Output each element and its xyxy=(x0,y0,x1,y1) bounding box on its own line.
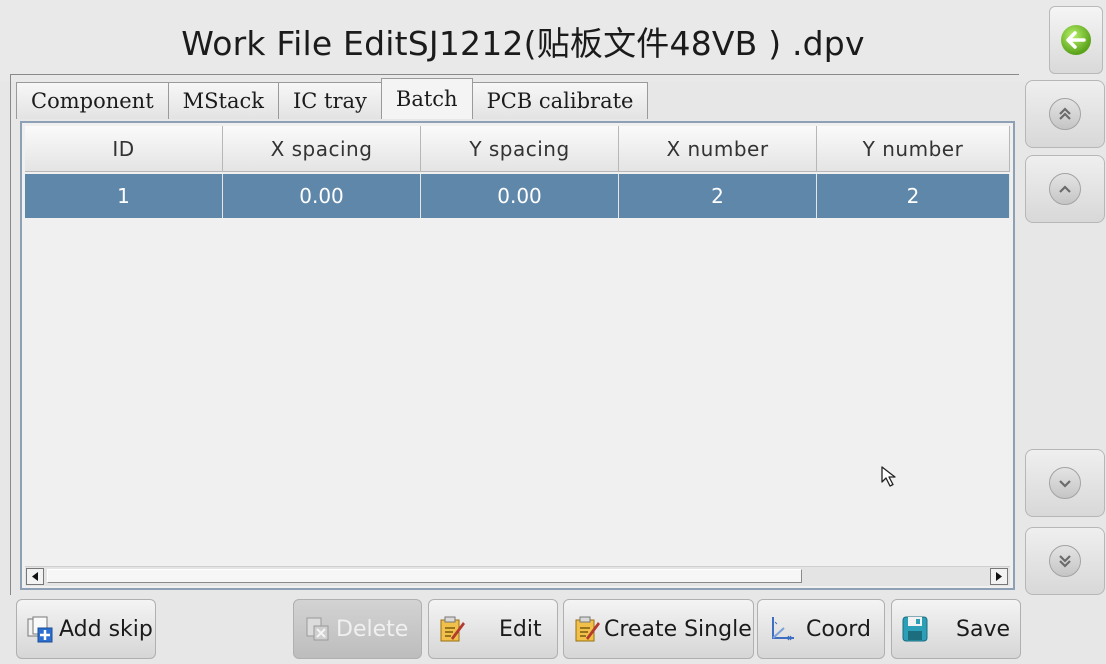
column-header-y-number[interactable]: Y number xyxy=(817,126,1010,172)
batch-table: ID X spacing Y spacing X number Y number… xyxy=(20,121,1015,590)
save-label: Save xyxy=(956,616,1011,642)
page-first-button[interactable] xyxy=(1025,80,1105,148)
coord-button[interactable]: Coord xyxy=(757,599,885,659)
cell-y-spacing[interactable]: 0.00 xyxy=(421,174,619,218)
back-button[interactable] xyxy=(1049,6,1103,74)
window-title: Work File EditSJ1212(贴板文件48VB ) .dpv xyxy=(181,24,865,63)
cell-x-spacing[interactable]: 0.00 xyxy=(223,174,421,218)
chevron-up-icon xyxy=(1049,173,1081,205)
cell-x-number[interactable]: 2 xyxy=(619,174,817,218)
add-skip-button[interactable]: Add skip xyxy=(16,599,156,659)
double-chevron-up-icon xyxy=(1049,98,1081,130)
page-last-button[interactable] xyxy=(1025,527,1105,595)
coordinate-axes-icon xyxy=(772,617,794,641)
scroll-left-icon[interactable] xyxy=(26,568,44,585)
cell-id[interactable]: 1 xyxy=(25,174,223,218)
table-header: ID X spacing Y spacing X number Y number xyxy=(25,126,1010,172)
add-skip-label: Add skip xyxy=(59,616,153,642)
table-row[interactable]: 1 0.00 0.00 2 2 xyxy=(25,174,1010,218)
page-up-button[interactable] xyxy=(1025,155,1105,223)
tab-bar: Component MStack IC tray Batch PCB calib… xyxy=(16,78,649,119)
floppy-disk-icon xyxy=(902,616,928,642)
chevron-down-icon xyxy=(1049,467,1081,499)
edit-button[interactable]: Edit xyxy=(428,599,558,659)
tab-batch[interactable]: Batch xyxy=(380,78,473,119)
add-document-icon xyxy=(27,616,53,643)
tab-ic-tray[interactable]: IC tray xyxy=(277,82,382,119)
scroll-right-icon[interactable] xyxy=(990,568,1008,585)
column-header-x-spacing[interactable]: X spacing xyxy=(223,126,421,172)
delete-button[interactable]: Delete xyxy=(293,599,422,659)
column-header-x-number[interactable]: X number xyxy=(619,126,817,172)
delete-label: Delete xyxy=(336,616,409,642)
back-arrow-icon xyxy=(1061,25,1091,55)
horizontal-scrollbar[interactable] xyxy=(25,566,1010,586)
double-chevron-down-icon xyxy=(1049,545,1081,577)
edit-icon xyxy=(440,616,465,642)
scrollbar-thumb[interactable] xyxy=(47,569,802,583)
tab-pcb-calibrate[interactable]: PCB calibrate xyxy=(471,82,649,119)
create-single-button[interactable]: Create Single xyxy=(563,599,754,659)
delete-icon xyxy=(306,617,329,641)
page-down-button[interactable] xyxy=(1025,449,1105,517)
create-single-label: Create Single xyxy=(604,616,752,642)
column-header-id[interactable]: ID xyxy=(25,126,223,172)
title-bar: Work File EditSJ1212(贴板文件48VB ) .dpv xyxy=(0,0,1106,82)
tab-mstack[interactable]: MStack xyxy=(167,82,279,119)
coord-label: Coord xyxy=(806,616,871,642)
cell-y-number[interactable]: 2 xyxy=(817,174,1010,218)
edit-label: Edit xyxy=(499,616,542,642)
table-grid: ID X spacing Y spacing X number Y number… xyxy=(25,126,1010,566)
edit-icon xyxy=(575,616,600,642)
mouse-pointer-icon xyxy=(881,466,896,487)
column-header-y-spacing[interactable]: Y spacing xyxy=(421,126,619,172)
save-button[interactable]: Save xyxy=(891,599,1021,659)
tab-component[interactable]: Component xyxy=(16,82,169,119)
